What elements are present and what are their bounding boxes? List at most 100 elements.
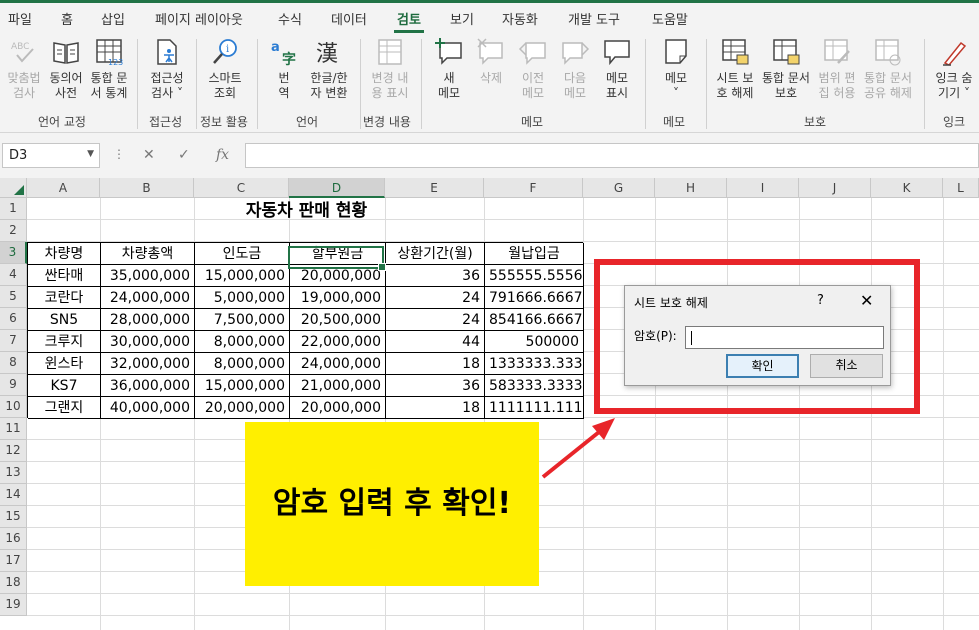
column-header-d[interactable]: D [289, 178, 385, 198]
table-cell[interactable]: 8,000,000 [195, 353, 290, 375]
table-cell[interactable]: 555555.5556 [485, 265, 584, 287]
row-header-8[interactable]: 8 [0, 352, 27, 374]
column-header-f[interactable]: F [484, 178, 583, 198]
table-cell[interactable]: 7,500,000 [195, 309, 290, 331]
row-header-2[interactable]: 2 [0, 220, 27, 242]
hangul-hanja-convert-button[interactable]: 漢 한글/한 자 변환 [306, 37, 352, 101]
tab-page-layout[interactable]: 페이지 레이아웃 [155, 9, 243, 28]
row-header-7[interactable]: 7 [0, 330, 27, 352]
table-cell[interactable]: SN5 [28, 309, 101, 331]
table-cell[interactable]: 20,500,000 [290, 309, 386, 331]
spelling-button[interactable]: ABC 맞춤법 검사 [3, 37, 45, 101]
tab-home[interactable]: 홈 [61, 9, 73, 28]
password-field[interactable] [685, 326, 884, 349]
column-header-b[interactable]: B [100, 178, 194, 198]
column-header-j[interactable]: J [799, 178, 871, 198]
table-cell[interactable]: 5,000,000 [195, 287, 290, 309]
table-cell[interactable]: 18 [386, 353, 485, 375]
table-cell[interactable]: 24 [386, 309, 485, 331]
column-header-g[interactable]: G [583, 178, 655, 198]
row-header-1[interactable]: 1 [0, 198, 27, 220]
cancel-button[interactable]: 취소 [810, 354, 883, 378]
table-cell[interactable]: 24,000,000 [101, 287, 195, 309]
row-header-5[interactable]: 5 [0, 286, 27, 308]
column-header-l[interactable]: L [943, 178, 979, 198]
row-header-9[interactable]: 9 [0, 374, 27, 396]
table-cell[interactable]: 18 [386, 397, 485, 419]
column-header-a[interactable]: A [27, 178, 100, 198]
show-comments-button[interactable]: 메모 표시 [598, 37, 636, 101]
table-cell[interactable]: 44 [386, 331, 485, 353]
tab-help[interactable]: 도움말 [652, 9, 688, 28]
show-changes-button[interactable]: 변경 내용 표시 [367, 37, 413, 101]
table-header-cell[interactable]: 상환기간(월) [386, 243, 485, 265]
table-cell[interactable]: KS7 [28, 375, 101, 397]
table-cell[interactable]: 19,000,000 [290, 287, 386, 309]
table-header-cell[interactable]: 월납입금 [485, 243, 584, 265]
tab-formulas[interactable]: 수식 [278, 9, 302, 28]
row-header-11[interactable]: 11 [0, 418, 27, 440]
new-comment-button[interactable]: 새 메모 [430, 37, 468, 101]
table-cell[interactable]: 1111111.111 [485, 397, 584, 419]
table-cell[interactable]: 24,000,000 [290, 353, 386, 375]
table-cell[interactable]: 8,000,000 [195, 331, 290, 353]
row-header-10[interactable]: 10 [0, 396, 27, 418]
tab-view[interactable]: 보기 [450, 9, 474, 28]
table-cell[interactable]: 36,000,000 [101, 375, 195, 397]
formula-input[interactable] [245, 143, 979, 168]
workbook-statistics-button[interactable]: 123 통합 문서 통계 [87, 37, 131, 101]
tab-review[interactable]: 검토 [397, 9, 421, 28]
column-header-h[interactable]: H [655, 178, 727, 198]
table-cell[interactable]: 그랜지 [28, 397, 101, 419]
row-header-12[interactable]: 12 [0, 440, 27, 462]
row-header-13[interactable]: 13 [0, 462, 27, 484]
table-cell[interactable]: 791666.6667 [485, 287, 584, 309]
next-comment-button[interactable]: 다음 메모 [556, 37, 594, 101]
table-cell[interactable]: 15,000,000 [195, 265, 290, 287]
row-header-14[interactable]: 14 [0, 484, 27, 506]
row-header-4[interactable]: 4 [0, 264, 27, 286]
table-cell[interactable]: 20,000,000 [290, 397, 386, 419]
column-header-i[interactable]: I [727, 178, 799, 198]
row-header-17[interactable]: 17 [0, 550, 27, 572]
tab-automate[interactable]: 자동화 [502, 9, 538, 28]
table-cell[interactable]: 500000 [485, 331, 584, 353]
table-cell[interactable]: 583333.3333 [485, 375, 584, 397]
close-icon[interactable]: ✕ [860, 291, 873, 310]
allow-edit-ranges-button[interactable]: 범위 편집 허용 [815, 37, 859, 101]
table-cell[interactable]: 36 [386, 265, 485, 287]
more-options-icon[interactable]: ⋮ [113, 147, 125, 161]
table-cell[interactable]: 854166.6667 [485, 309, 584, 331]
column-header-e[interactable]: E [385, 178, 484, 198]
chevron-down-icon[interactable]: ▼ [87, 149, 94, 159]
translate-button[interactable]: a字 번역 [266, 37, 302, 101]
table-cell[interactable]: 21,000,000 [290, 375, 386, 397]
table-cell[interactable]: 35,000,000 [101, 265, 195, 287]
row-header-19[interactable]: 19 [0, 594, 27, 616]
table-header-cell[interactable]: 차량총액 [101, 243, 195, 265]
thesaurus-button[interactable]: 동의어 사전 [46, 37, 86, 101]
column-header-c[interactable]: C [194, 178, 289, 198]
unshare-workbook-button[interactable]: 통합 문서 공유 해제 [861, 37, 915, 101]
table-header-cell[interactable]: 인도금 [195, 243, 290, 265]
delete-comment-button[interactable]: 삭제 [472, 37, 510, 86]
tab-insert[interactable]: 삽입 [101, 9, 125, 28]
insert-function-icon[interactable]: fx [216, 147, 229, 163]
cancel-icon[interactable]: ✕ [143, 147, 155, 163]
table-cell[interactable]: 22,000,000 [290, 331, 386, 353]
check-accessibility-button[interactable]: 접근성 검사 ˅ [145, 37, 189, 101]
table-cell[interactable]: 1333333.333 [485, 353, 584, 375]
previous-comment-button[interactable]: 이전 메모 [514, 37, 552, 101]
table-cell[interactable]: 32,000,000 [101, 353, 195, 375]
unprotect-sheet-button[interactable]: 시트 보호 해제 [713, 37, 757, 101]
enter-check-icon[interactable]: ✓ [178, 147, 190, 163]
row-header-16[interactable]: 16 [0, 528, 27, 550]
select-all-corner[interactable] [0, 178, 27, 198]
table-cell[interactable]: 30,000,000 [101, 331, 195, 353]
active-cell-selection[interactable] [288, 246, 386, 271]
help-icon[interactable]: ? [817, 293, 824, 308]
tab-file[interactable]: 파일 [8, 9, 32, 28]
tab-developer[interactable]: 개발 도구 [568, 9, 620, 28]
table-cell[interactable]: 24 [386, 287, 485, 309]
column-header-k[interactable]: K [871, 178, 943, 198]
